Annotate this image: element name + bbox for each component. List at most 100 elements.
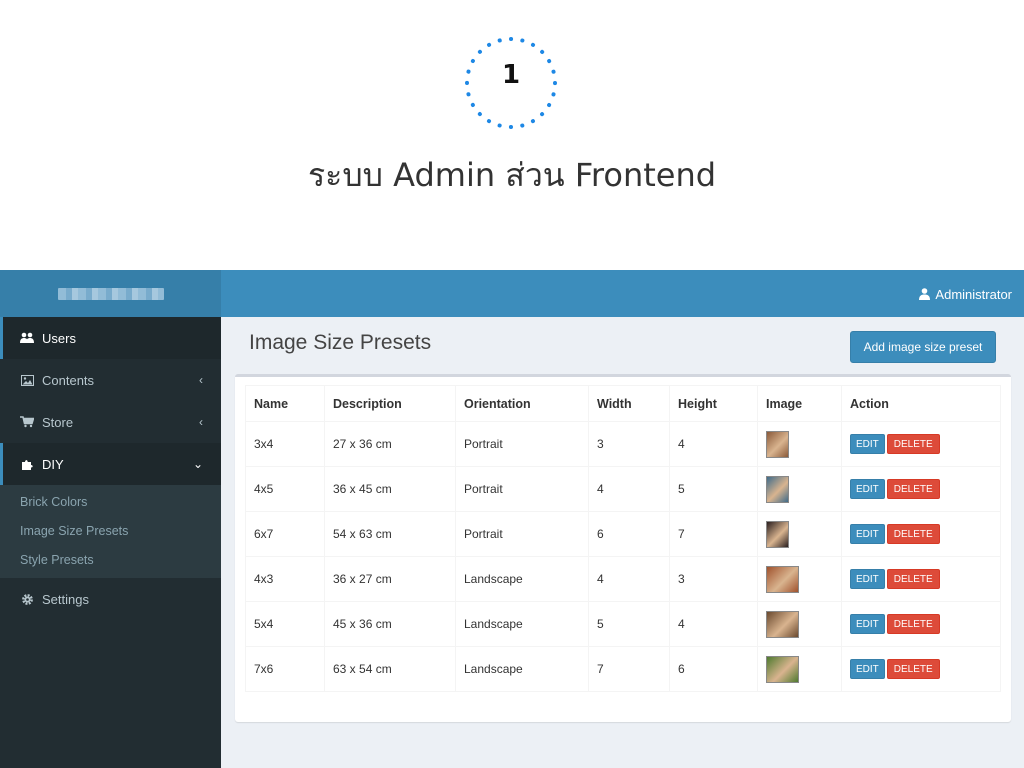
cell-action: EDIT DELETE	[841, 601, 1001, 647]
preset-thumbnail[interactable]	[766, 475, 789, 503]
slide-title: ระบบ Admin ส่วน Frontend	[307, 156, 717, 194]
cell-height: 3	[669, 556, 758, 602]
cell-height: 5	[669, 466, 758, 512]
column-header-name: Name	[245, 385, 325, 422]
cell-action: EDIT DELETE	[841, 511, 1001, 557]
cell-orientation: Portrait	[455, 511, 589, 557]
column-header-action: Action	[841, 385, 1001, 422]
table-row: 5x4 45 x 36 cm Landscape 5 4 EDIT DELETE	[245, 601, 1001, 647]
cell-description: 54 x 63 cm	[324, 511, 456, 557]
cart-icon	[20, 415, 34, 429]
delete-button[interactable]: DELETE	[886, 659, 940, 679]
table-row: 7x6 63 x 54 cm Landscape 7 6 EDIT DELETE	[245, 646, 1001, 692]
user-name: Administrator	[935, 286, 1012, 302]
top-navbar: Administrator	[0, 270, 1024, 317]
submenu-item-image-size-presets[interactable]: Image Size Presets	[0, 516, 221, 545]
main-content: Image Size Presets Add image size preset…	[221, 317, 1024, 768]
logo-area[interactable]	[0, 270, 221, 317]
delete-button[interactable]: DELETE	[886, 479, 940, 499]
users-icon	[20, 331, 34, 345]
cell-width: 4	[588, 556, 670, 602]
table-header-row: Name Description Orientation Width Heigh…	[245, 385, 1001, 422]
cell-width: 4	[588, 466, 670, 512]
user-menu[interactable]: Administrator	[919, 285, 1012, 303]
delete-button[interactable]: DELETE	[886, 524, 940, 544]
preset-thumbnail[interactable]	[766, 655, 799, 683]
cell-description: 27 x 36 cm	[324, 421, 456, 467]
step-number: 1	[501, 60, 521, 90]
sidebar-item-label: Settings	[42, 591, 89, 607]
cell-name: 7x6	[245, 646, 325, 692]
edit-button[interactable]: EDIT	[850, 524, 885, 544]
submenu-item-brick-colors[interactable]: Brick Colors	[0, 487, 221, 516]
presets-box: Name Description Orientation Width Heigh…	[235, 374, 1011, 722]
edit-button[interactable]: EDIT	[850, 569, 885, 589]
column-header-width: Width	[588, 385, 670, 422]
cell-orientation: Landscape	[455, 556, 589, 602]
cell-action: EDIT DELETE	[841, 556, 1001, 602]
sidebar-item-label: Store	[42, 414, 74, 430]
chevron-down-icon: ⌄	[192, 457, 203, 471]
edit-button[interactable]: EDIT	[850, 479, 885, 499]
cell-description: 36 x 45 cm	[324, 466, 456, 512]
table-row: 3x4 27 x 36 cm Portrait 3 4 EDIT DELETE	[245, 421, 1001, 467]
cell-action: EDIT DELETE	[841, 466, 1001, 512]
sidebar-item-label: DIY	[42, 456, 64, 472]
cell-description: 36 x 27 cm	[324, 556, 456, 602]
admin-app: Administrator Users Contents ‹ Store ‹ D…	[0, 270, 1024, 768]
preset-thumbnail[interactable]	[766, 565, 799, 593]
cell-image	[757, 601, 842, 647]
cell-height: 4	[669, 421, 758, 467]
sidebar-item-diy[interactable]: DIY ⌄	[0, 443, 221, 485]
table-row: 6x7 54 x 63 cm Portrait 6 7 EDIT DELETE	[245, 511, 1001, 557]
cell-width: 5	[588, 601, 670, 647]
cell-orientation: Portrait	[455, 421, 589, 467]
preset-thumbnail[interactable]	[766, 610, 799, 638]
cell-width: 3	[588, 421, 670, 467]
diy-submenu: Brick Colors Image Size Presets Style Pr…	[0, 485, 221, 578]
edit-button[interactable]: EDIT	[850, 434, 885, 454]
puzzle-icon	[20, 457, 34, 471]
sidebar-item-contents[interactable]: Contents ‹	[0, 359, 221, 401]
submenu-item-style-presets[interactable]: Style Presets	[0, 545, 221, 574]
column-header-image: Image	[757, 385, 842, 422]
delete-button[interactable]: DELETE	[886, 434, 940, 454]
edit-button[interactable]: EDIT	[850, 659, 885, 679]
cell-height: 4	[669, 601, 758, 647]
edit-button[interactable]: EDIT	[850, 614, 885, 634]
sidebar-item-label: Users	[42, 330, 76, 346]
cell-orientation: Landscape	[455, 601, 589, 647]
sidebar-item-settings[interactable]: Settings	[0, 578, 221, 620]
gear-icon	[20, 592, 34, 606]
cell-width: 7	[588, 646, 670, 692]
cell-image	[757, 421, 842, 467]
cell-name: 4x5	[245, 466, 325, 512]
column-header-orientation: Orientation	[455, 385, 589, 422]
sidebar-item-store[interactable]: Store ‹	[0, 401, 221, 443]
cell-orientation: Portrait	[455, 466, 589, 512]
table-row: 4x3 36 x 27 cm Landscape 4 3 EDIT DELETE	[245, 556, 1001, 602]
cell-action: EDIT DELETE	[841, 646, 1001, 692]
delete-button[interactable]: DELETE	[886, 614, 940, 634]
cell-description: 45 x 36 cm	[324, 601, 456, 647]
chevron-left-icon: ‹	[199, 415, 203, 429]
user-icon	[919, 288, 931, 300]
cell-height: 7	[669, 511, 758, 557]
page-title: Image Size Presets	[249, 331, 432, 354]
cell-action: EDIT DELETE	[841, 421, 1001, 467]
blurred-logo	[58, 288, 164, 300]
preset-thumbnail[interactable]	[766, 520, 789, 548]
add-image-size-preset-button[interactable]: Add image size preset	[850, 331, 996, 363]
delete-button[interactable]: DELETE	[886, 569, 940, 589]
chevron-left-icon: ‹	[199, 373, 203, 387]
cell-image	[757, 466, 842, 512]
cell-orientation: Landscape	[455, 646, 589, 692]
sidebar-item-users[interactable]: Users	[0, 317, 221, 359]
preset-thumbnail[interactable]	[766, 430, 789, 458]
cell-name: 5x4	[245, 601, 325, 647]
column-header-description: Description	[324, 385, 456, 422]
cell-name: 4x3	[245, 556, 325, 602]
cell-height: 6	[669, 646, 758, 692]
table-row: 4x5 36 x 45 cm Portrait 4 5 EDIT DELETE	[245, 466, 1001, 512]
sidebar-item-label: Contents	[42, 372, 95, 388]
